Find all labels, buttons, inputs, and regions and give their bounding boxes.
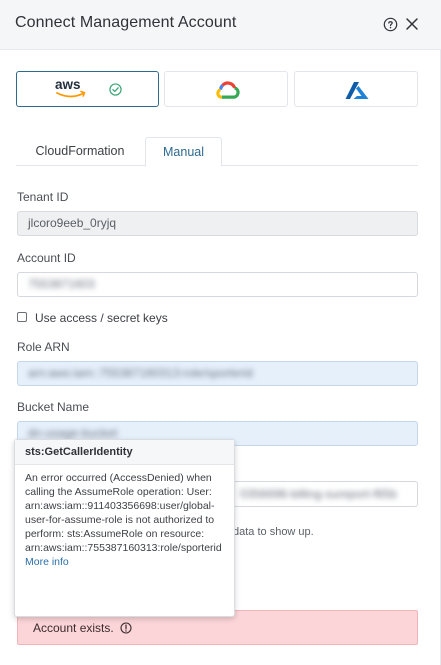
provider-google-cloud-button[interactable]: [164, 71, 288, 107]
panel-title: Connect Management Account: [15, 14, 237, 31]
check-circle-icon: [109, 83, 122, 96]
report-path-input[interactable]: 0356698-billing-sureport-f65b: [232, 481, 418, 507]
more-info-link[interactable]: More info: [25, 556, 69, 568]
aws-logo-text: aws: [55, 77, 81, 92]
report-help-text: data to show up.: [233, 526, 314, 538]
account-id-label: Account ID: [17, 251, 76, 265]
account-id-value: 7553871603: [28, 277, 95, 291]
setup-method-tabs: CloudFormation Manual: [16, 137, 418, 167]
azure-logo-icon: [345, 82, 369, 99]
tooltip-title: sts:GetCallerIdentity: [15, 440, 234, 465]
tab-manual[interactable]: Manual: [145, 137, 222, 167]
panel-header: Connect Management Account: [0, 0, 441, 50]
tooltip-message: An error occurred (AccessDenied) when ca…: [25, 472, 222, 554]
account-id-input[interactable]: 7553871603: [17, 272, 418, 297]
tooltip-body: An error occurred (AccessDenied) when ca…: [25, 471, 229, 569]
aws-logo-icon: aws: [55, 77, 86, 98]
use-access-keys-label[interactable]: Use access / secret keys: [35, 311, 168, 325]
info-circle-icon[interactable]: [120, 622, 132, 634]
tenant-id-field: jlcoro9eeb_0ryjq: [17, 211, 418, 236]
report-path-value: 0356698-billing-sureport-f65b: [240, 487, 397, 501]
close-icon[interactable]: [405, 17, 419, 31]
provider-aws-button[interactable]: aws: [16, 71, 159, 107]
alert-message: Account exists.: [33, 621, 114, 635]
tenant-id-value: jlcoro9eeb_0ryjq: [28, 216, 117, 230]
connect-account-panel: Connect Management Account aws CloudForm…: [0, 0, 441, 665]
role-arn-label: Role ARN: [17, 340, 70, 354]
bucket-name-label: Bucket Name: [17, 400, 90, 414]
error-tooltip: sts:GetCallerIdentity An error occurred …: [14, 439, 235, 617]
help-circle-icon[interactable]: [383, 17, 398, 32]
tenant-id-label: Tenant ID: [17, 190, 69, 204]
bucket-name-value: dn-usage-bucket: [28, 426, 118, 440]
role-arn-value: arn:aws:iam::755387160313:role/sporterid: [28, 366, 253, 380]
tab-cloudformation[interactable]: CloudFormation: [16, 137, 144, 166]
google-cloud-logo-icon: [216, 81, 240, 99]
role-arn-input[interactable]: arn:aws:iam::755387160313:role/sporterid: [17, 361, 418, 386]
use-access-keys-checkbox[interactable]: [17, 312, 27, 322]
provider-azure-button[interactable]: [294, 71, 418, 107]
